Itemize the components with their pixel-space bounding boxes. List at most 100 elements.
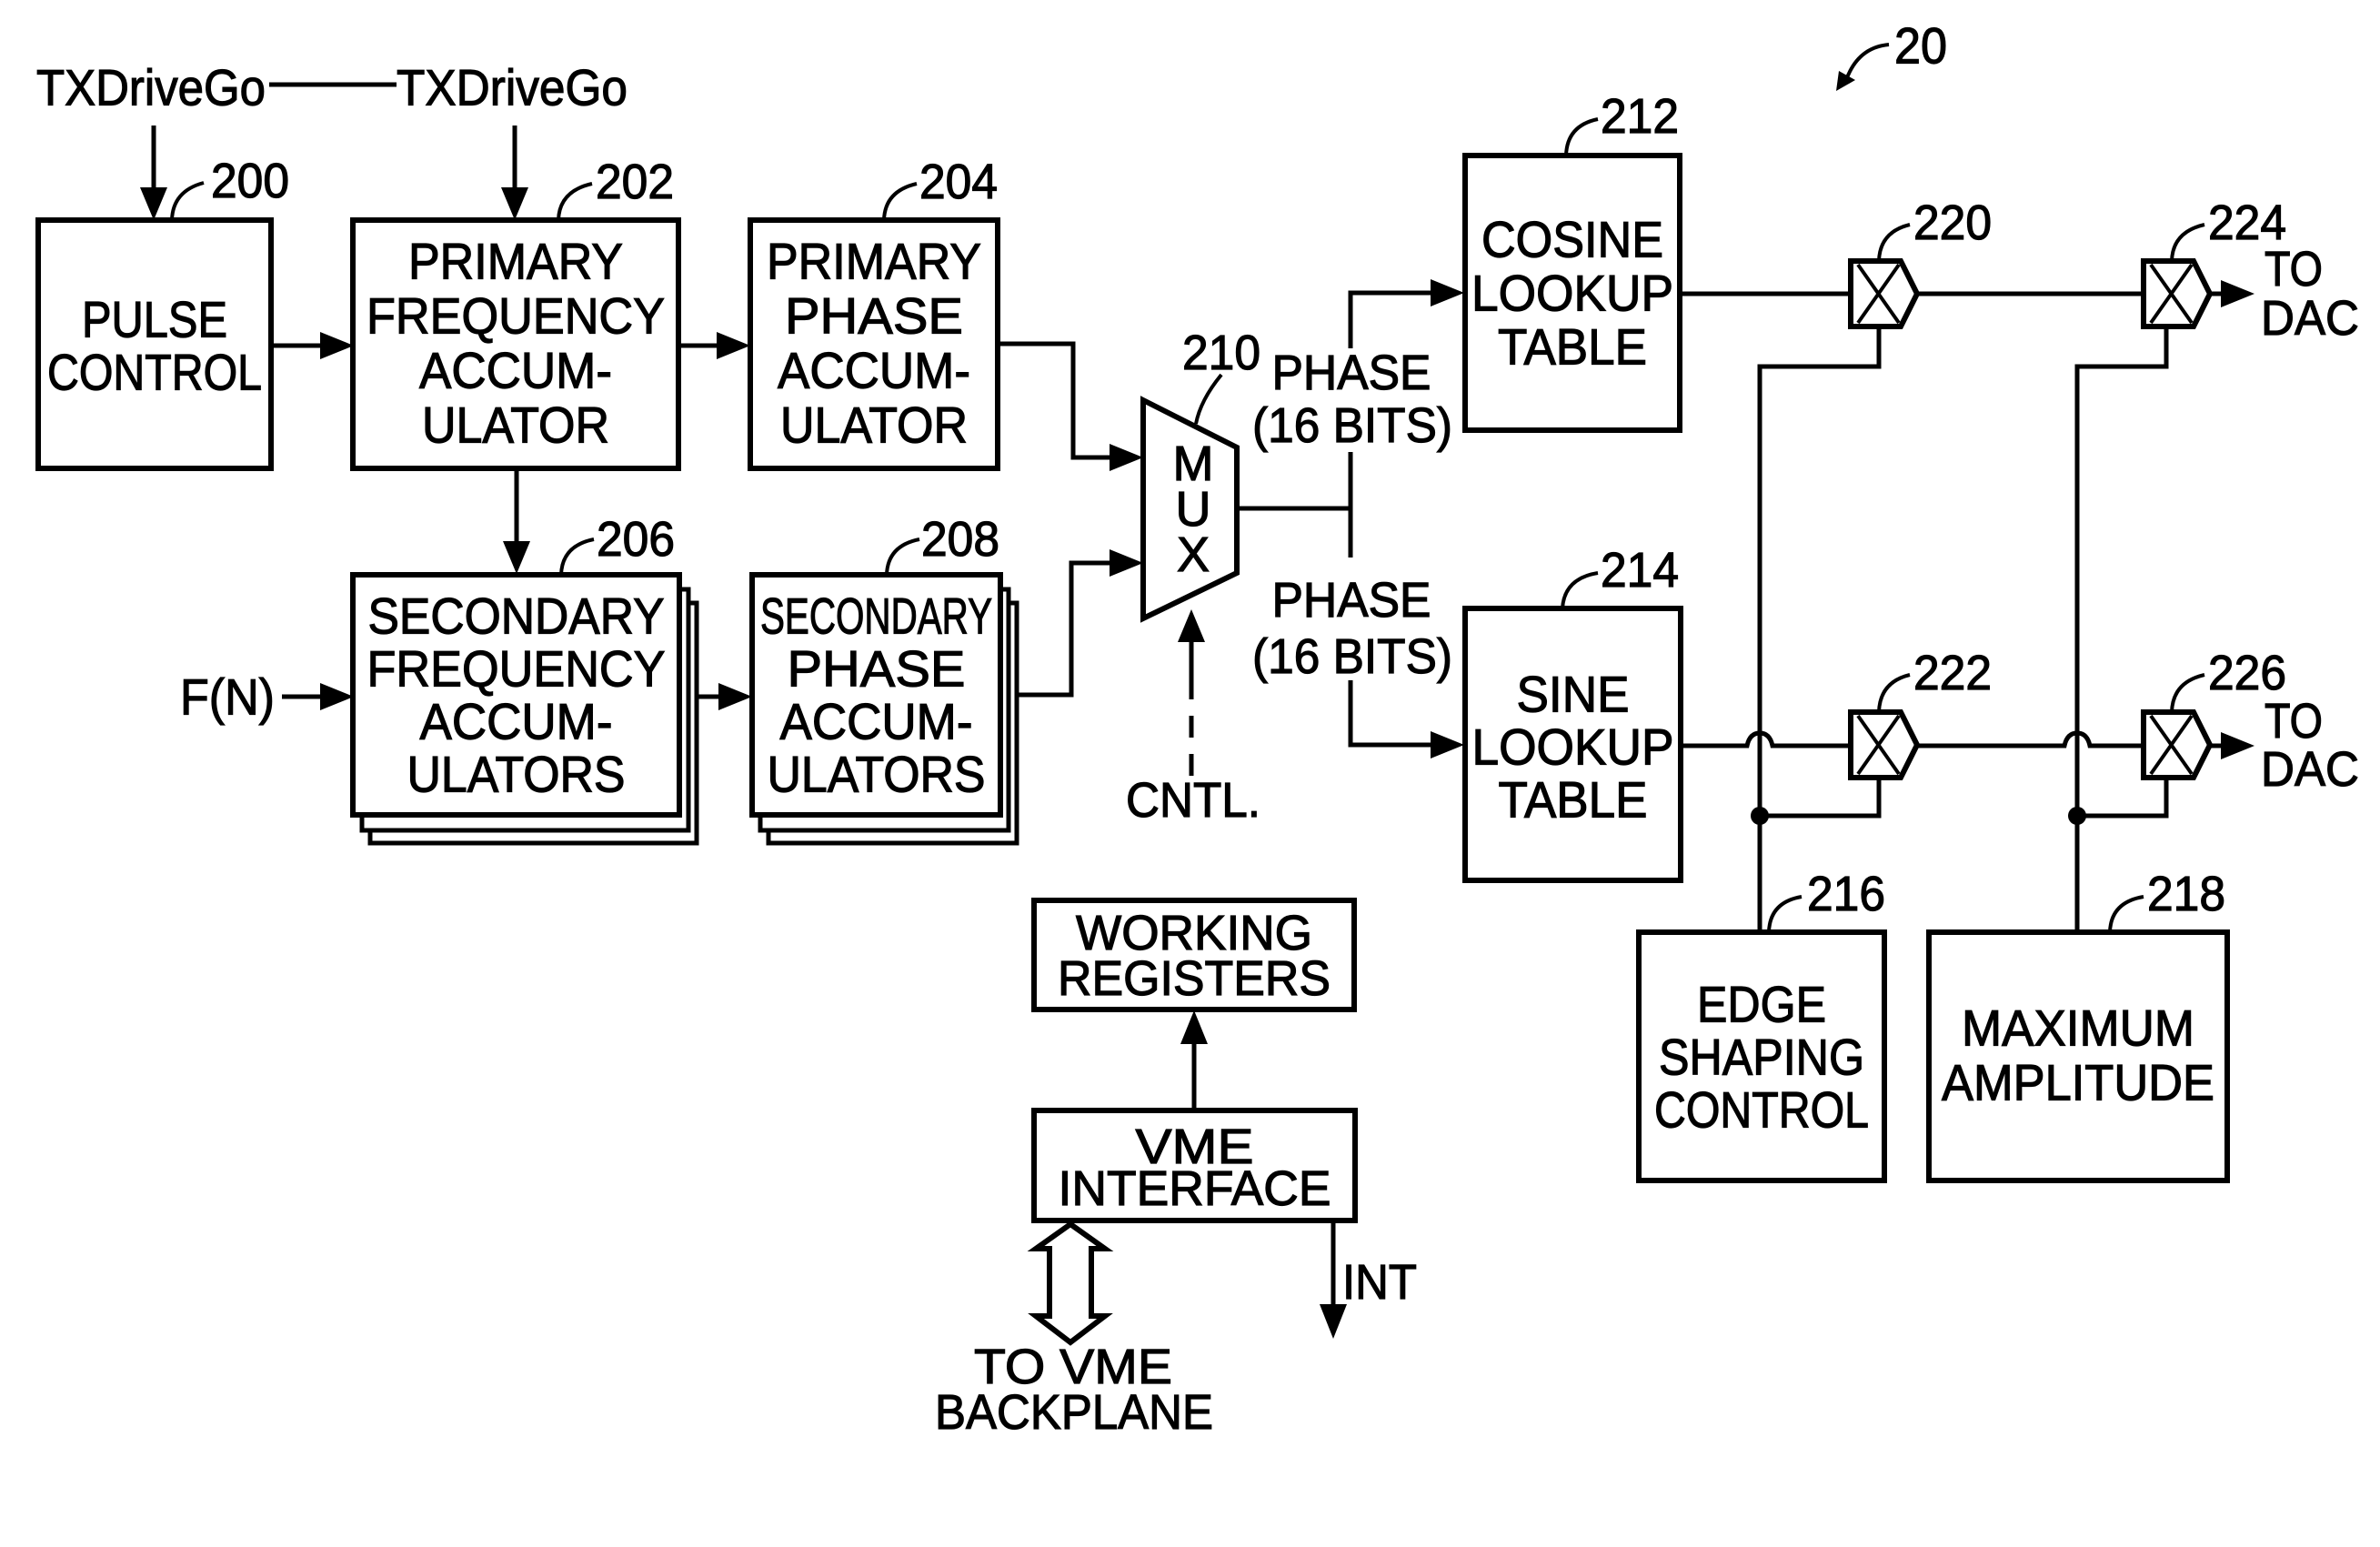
block-label-line: REGISTERS — [1058, 951, 1331, 1006]
ref-222-label: 222 — [1913, 646, 1992, 700]
arrowhead-icon — [1178, 609, 1205, 642]
vme-interface-block[interactable]: VMEINTERFACE — [1031, 1108, 1358, 1223]
block-label-line: CONTROL — [47, 344, 262, 401]
block-label-line: TABLE — [1499, 771, 1648, 829]
block-label-line: LOOKUP — [1472, 718, 1674, 776]
multiplier-224[interactable] — [2141, 258, 2214, 329]
vme-backplane-label: BACKPLANE — [935, 1385, 1213, 1440]
block-label-line: TABLE — [1498, 318, 1647, 376]
arrowhead-icon — [1836, 71, 1855, 91]
cosine-lookup-table-block[interactable]: COSINELOOKUPTABLE — [1462, 153, 1682, 433]
arrowhead-icon — [1431, 731, 1464, 758]
ref-212-label: 212 — [1601, 89, 1679, 144]
primary-phase-accumulator-block[interactable]: PRIMARYPHASEACCUM-ULATOR — [748, 217, 1000, 471]
block-label-line: ACCUM- — [780, 693, 973, 750]
wire-to-cosine — [1348, 290, 1437, 348]
wire-216-to-220 — [1757, 327, 1882, 932]
int-output-label: INT — [1342, 1255, 1417, 1310]
arrowhead-icon — [1180, 1010, 1208, 1044]
ref-220-label: 220 — [1913, 196, 1992, 250]
ref-200-leader — [170, 181, 205, 221]
wire-216-to-222 — [1760, 778, 1882, 819]
maximum-amplitude-block[interactable]: MAXIMUMAMPLITUDE — [1926, 929, 2230, 1183]
block-label-line: MAXIMUM — [1962, 1000, 2194, 1057]
block-label-line: ACCUM- — [778, 342, 970, 399]
block-label-line: PHASE — [788, 640, 966, 698]
arrowhead-icon — [140, 187, 167, 220]
ref-204-label: 204 — [919, 155, 998, 209]
block-label-line: ACCUM- — [419, 342, 612, 399]
bidirectional-bus-arrow-icon — [1027, 1221, 1114, 1346]
block-label-line: FREQUENCY — [367, 640, 666, 698]
block-label-line: SINE — [1517, 666, 1630, 723]
ref-208-leader — [885, 537, 920, 576]
phase-bits-label: (16 BITS) — [1252, 398, 1452, 453]
junction-dot — [1751, 807, 1769, 825]
wire-208-to-mux — [1017, 560, 1117, 698]
ref-202-label: 202 — [596, 155, 674, 209]
wire-222-to-226 — [1916, 730, 2144, 748]
block-label-line: ULATORS — [407, 746, 626, 803]
ref-208-label: 208 — [921, 512, 999, 567]
block-diagram: PULSECONTROLPRIMARYFREQUENCYACCUM-ULATOR… — [0, 0, 2380, 1547]
pulse-control-block[interactable]: PULSECONTROL — [35, 217, 274, 471]
ref-202-leader — [557, 182, 593, 221]
block-label-line: PRIMARY — [767, 233, 981, 290]
ref-216-leader — [1767, 895, 1803, 933]
arrowhead-icon — [501, 187, 528, 220]
multiplier-220[interactable] — [1848, 258, 1921, 329]
working-registers-block[interactable]: WORKINGREGISTERS — [1031, 898, 1357, 1012]
ref-214-label: 214 — [1601, 543, 1679, 598]
ref-222-leader — [1877, 673, 1911, 713]
phase-bits-label: (16 BITS) — [1252, 629, 1452, 684]
arrowhead-icon — [717, 332, 750, 359]
block-label-line: PULSE — [82, 291, 227, 348]
arrowhead-icon — [718, 683, 752, 710]
ref-226-leader — [2170, 673, 2205, 713]
block-label-line: ULATOR — [422, 397, 609, 454]
block-label-line: AMPLITUDE — [1942, 1054, 2214, 1111]
secondary-phase-accumulators-block[interactable]: SECONDARYPHASEACCUM-ULATORS — [749, 572, 1003, 818]
multiplier-222[interactable] — [1848, 709, 1921, 780]
block-label-line: PHASE — [785, 287, 963, 345]
block-label-line: ULATORS — [768, 746, 986, 803]
block-label-line: ULATOR — [780, 397, 968, 454]
block-label-line: SECONDARY — [368, 588, 665, 645]
ref-224-leader — [2170, 223, 2205, 262]
ref-200-label: 200 — [211, 154, 289, 208]
wire-sine-to-222 — [1681, 730, 1851, 748]
block-label-line: INTERFACE — [1059, 1161, 1331, 1216]
cntl-input-label: CNTL. — [1126, 773, 1260, 828]
block-label-line: SHAPING — [1659, 1029, 1864, 1086]
block-label-line: SECONDARY — [760, 588, 992, 645]
block-label-line: ACCUM- — [420, 693, 613, 750]
to-dac-label: DAC — [2261, 742, 2359, 797]
ref-204-leader — [882, 182, 918, 221]
multipliers — [1848, 258, 2214, 780]
arrowhead-icon — [2221, 280, 2254, 307]
ref-206-label: 206 — [597, 512, 675, 567]
primary-frequency-accumulator-block[interactable]: PRIMARYFREQUENCYACCUM-ULATOR — [350, 217, 681, 471]
figure-reference-arrow — [1844, 43, 1890, 81]
ref-214-leader — [1561, 571, 1599, 609]
ref-218-label: 218 — [2147, 867, 2225, 921]
block-label-line: LOOKUP — [1471, 265, 1673, 322]
phase-bits-label: PHASE — [1272, 573, 1431, 628]
arrowhead-icon — [1110, 444, 1143, 471]
block-label-line: EDGE — [1697, 976, 1826, 1033]
ref-206-leader — [559, 537, 595, 576]
mux-210[interactable]: MUX — [1140, 396, 1240, 623]
block-label-line: CONTROL — [1654, 1081, 1869, 1139]
arrowhead-icon — [320, 683, 354, 710]
sine-lookup-table-block[interactable]: SINELOOKUPTABLE — [1462, 606, 1683, 883]
wire-204-to-mux — [998, 341, 1117, 460]
fn-input-label: F(N) — [180, 668, 275, 726]
txdrivego-input-label: TXDriveGo — [36, 59, 266, 116]
block-label-line: FREQUENCY — [367, 287, 665, 345]
multiplier-226[interactable] — [2141, 709, 2214, 780]
to-dac-label: TO — [2265, 242, 2323, 296]
ref-226-label: 226 — [2208, 646, 2286, 700]
secondary-frequency-accumulators-block[interactable]: SECONDARYFREQUENCYACCUM-ULATORS — [350, 572, 682, 818]
edge-shaping-control-block[interactable]: EDGESHAPINGCONTROL — [1636, 929, 1887, 1183]
txdrivego-input-label: TXDriveGo — [397, 59, 628, 116]
